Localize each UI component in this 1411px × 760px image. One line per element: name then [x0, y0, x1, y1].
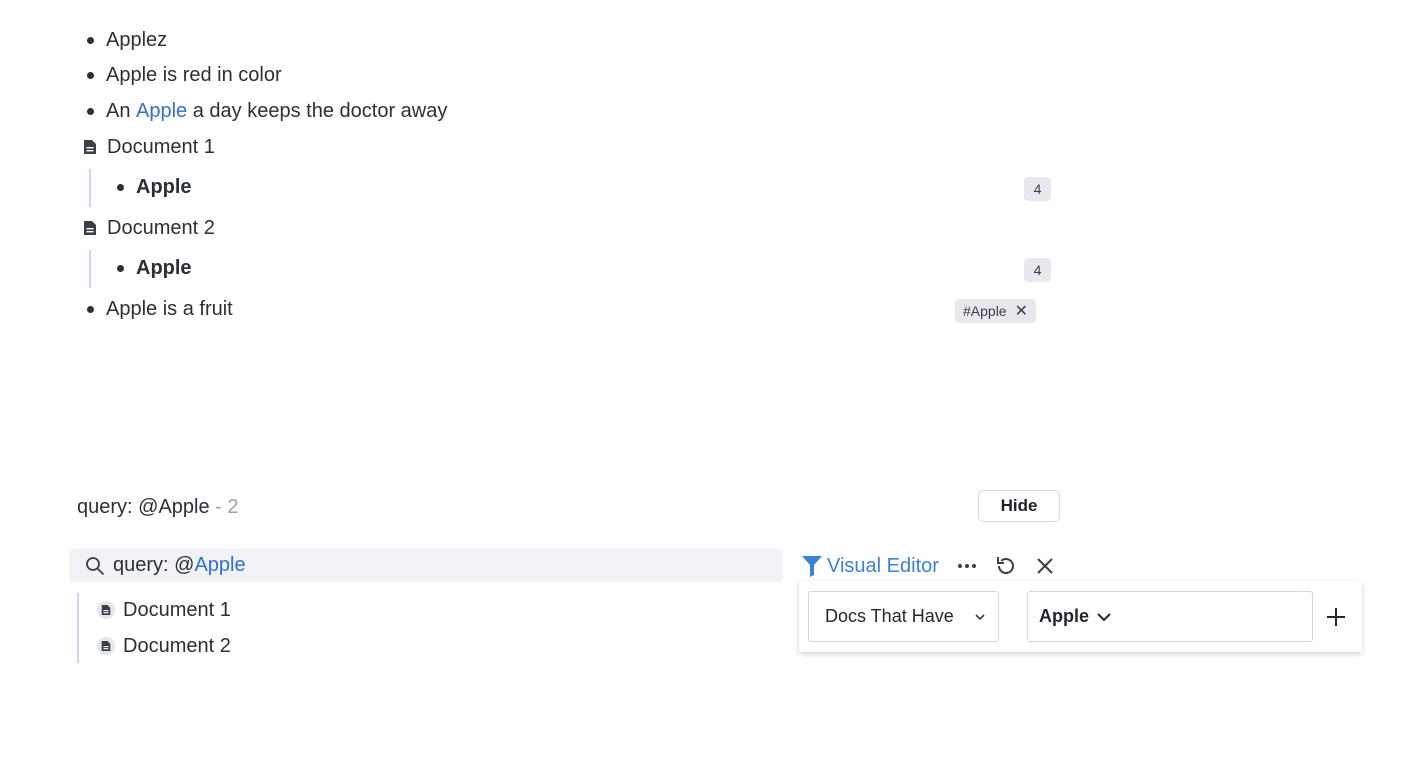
reference-count-badge[interactable]: 4: [1024, 177, 1051, 201]
remove-tag-icon[interactable]: ✕: [1015, 301, 1028, 321]
refresh-button[interactable]: [992, 552, 1020, 580]
query-input-prefix[interactable]: query: @: [113, 554, 194, 577]
reference-line: [89, 169, 91, 207]
reference-item[interactable]: Apple: [117, 175, 192, 199]
list-item-suffix: a day keeps the doctor away: [187, 100, 448, 122]
reference-count-badge[interactable]: 4: [1024, 258, 1051, 282]
bullet-icon[interactable]: [87, 107, 94, 115]
document-icon: [97, 601, 115, 619]
bullet-icon[interactable]: [87, 71, 94, 79]
chevron-down-icon: [1097, 612, 1111, 621]
hide-button[interactable]: Hide: [978, 490, 1060, 522]
visual-editor-button[interactable]: Visual Editor: [801, 554, 939, 578]
result-title[interactable]: Document 2: [123, 634, 231, 658]
query-title: query: @Apple - 2: [77, 495, 239, 519]
condition-select[interactable]: Docs That Have: [808, 591, 999, 642]
value-select[interactable]: Apple: [1027, 591, 1313, 642]
result-item[interactable]: Document 2: [97, 634, 231, 658]
document-title[interactable]: Document 2: [107, 216, 215, 240]
document-row[interactable]: Document 2: [83, 216, 215, 240]
list-item-prefix: An: [106, 100, 137, 122]
tag-chip[interactable]: #Apple ✕: [955, 299, 1036, 323]
document-icon: [97, 637, 115, 655]
query-title-text: query: @Apple: [77, 496, 210, 518]
bullet-icon[interactable]: [87, 36, 94, 44]
reference-line: [89, 250, 91, 288]
query-input-link[interactable]: Apple: [194, 554, 245, 577]
reference-text[interactable]: Apple: [136, 175, 192, 199]
query-result-count: - 2: [209, 496, 239, 518]
tag-label[interactable]: #Apple: [963, 303, 1007, 319]
query-toolbar: Visual Editor: [801, 552, 1059, 580]
filter-icon: [802, 556, 822, 577]
list-item-text[interactable]: Applez: [106, 28, 167, 52]
list-item-text[interactable]: Apple is red in color: [106, 63, 282, 87]
results-line: [77, 593, 79, 663]
search-icon: [85, 556, 105, 576]
list-item[interactable]: An Apple a day keeps the doctor away: [87, 99, 447, 123]
visual-editor-label[interactable]: Visual Editor: [827, 555, 939, 578]
more-icon: [957, 564, 976, 568]
document-row[interactable]: Document 1: [83, 135, 215, 159]
filter-value[interactable]: Apple: [1039, 606, 1089, 627]
close-query-button[interactable]: [1031, 552, 1059, 580]
close-icon: [1037, 558, 1053, 574]
result-item[interactable]: Document 1: [97, 598, 231, 622]
chevron-down-icon: [975, 614, 985, 621]
bullet-icon[interactable]: [117, 183, 124, 191]
document-icon: [83, 220, 97, 236]
result-title[interactable]: Document 1: [123, 598, 231, 622]
plus-icon: [1327, 608, 1345, 626]
reference-text[interactable]: Apple: [136, 256, 192, 280]
list-item[interactable]: Apple is red in color: [87, 63, 282, 87]
list-item[interactable]: Applez: [87, 28, 167, 52]
list-item[interactable]: Apple is a fruit: [87, 297, 233, 321]
more-options-button[interactable]: [953, 552, 981, 580]
bullet-icon[interactable]: [87, 305, 94, 313]
query-search-bar[interactable]: query: @ Apple: [69, 549, 783, 582]
document-icon: [83, 139, 97, 155]
visual-editor-panel: Docs That Have Apple: [799, 581, 1362, 652]
bullet-icon[interactable]: [117, 264, 124, 272]
condition-value[interactable]: Docs That Have: [825, 606, 954, 627]
document-title[interactable]: Document 1: [107, 135, 215, 159]
add-condition-button[interactable]: [1322, 603, 1350, 631]
refresh-icon: [996, 557, 1014, 574]
list-item-text[interactable]: Apple is a fruit: [106, 297, 233, 321]
apple-link[interactable]: Apple: [136, 99, 187, 123]
reference-item[interactable]: Apple: [117, 256, 192, 280]
